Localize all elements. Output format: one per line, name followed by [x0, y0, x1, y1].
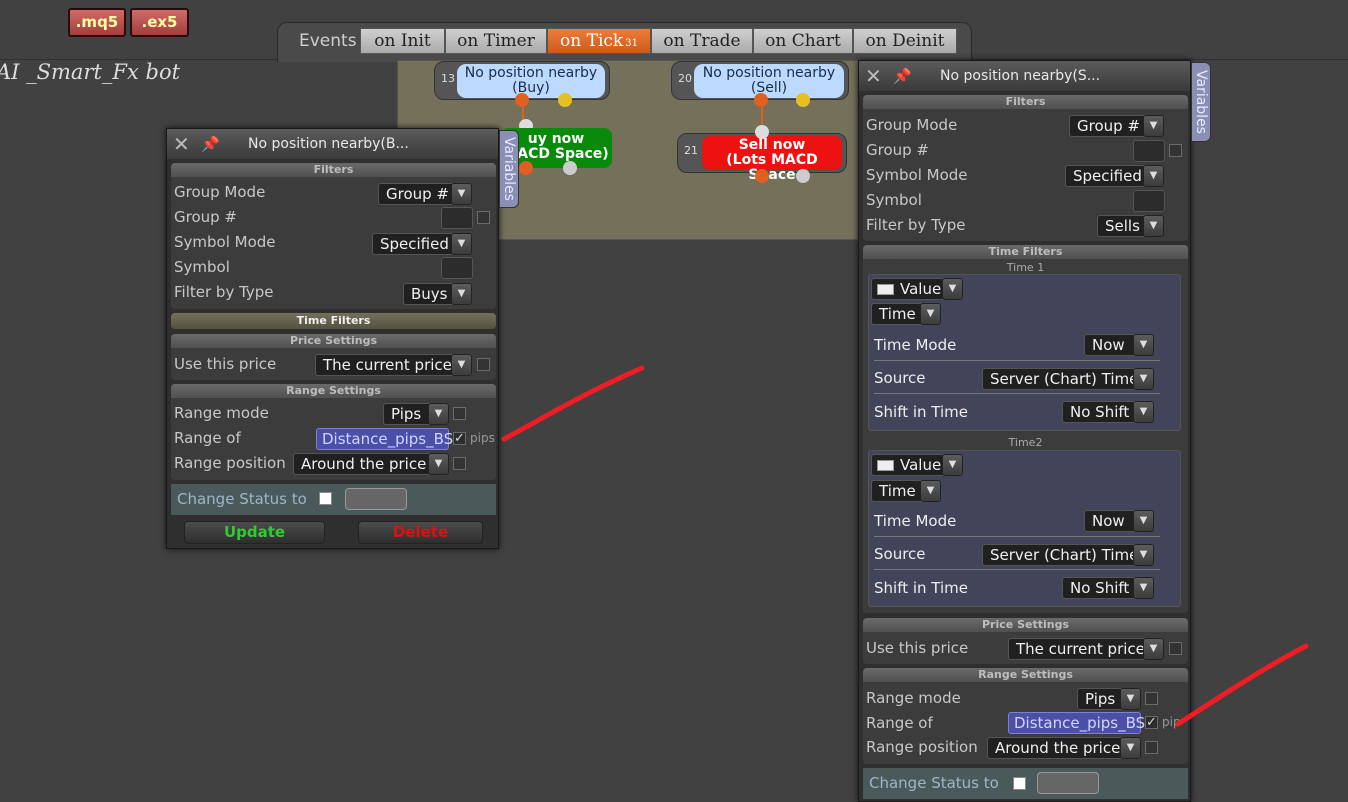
annotation-stroke-right	[1175, 643, 1309, 727]
annotation-layer	[501, 365, 1309, 727]
annotation-stroke-left	[501, 365, 645, 442]
